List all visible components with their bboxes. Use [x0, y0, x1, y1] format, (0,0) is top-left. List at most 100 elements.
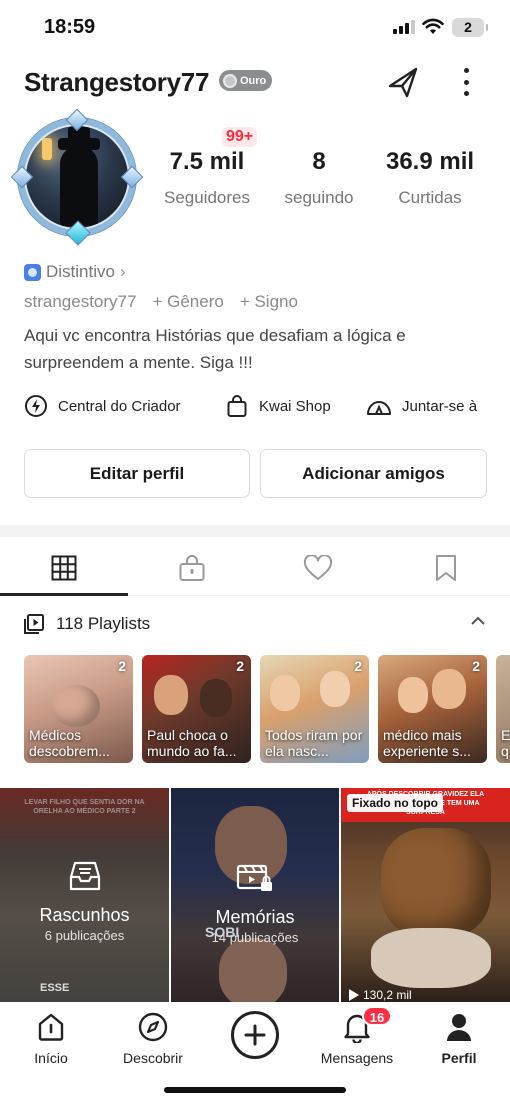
followers-stat[interactable]: 7.5 mil Seguidores — [158, 148, 256, 208]
badge-label: Distintivo — [46, 262, 115, 281]
memories-overlay: Memórias 14 publicações — [171, 860, 339, 945]
tab-liked[interactable] — [254, 548, 382, 588]
profile-icon — [447, 1014, 471, 1041]
following-stat[interactable]: 8 seguindo — [274, 148, 364, 208]
playlist-card[interactable]: 2 médico mais experiente s... — [378, 655, 487, 763]
shortcut-row: Central do Criador Kwai Shop Juntar-se à — [24, 392, 494, 422]
pinned-tag: Fixado no topo — [347, 794, 443, 812]
shortcut-label: Kwai Shop — [259, 397, 331, 415]
playlist-icon — [24, 614, 44, 634]
playlist-count: 2 — [118, 658, 126, 674]
status-bar: 18:59 2 — [0, 0, 510, 56]
drafts-cell[interactable]: LEVAR FILHO QUE SENTIA DOR NA ORELHA AO … — [0, 788, 169, 1002]
playlist-count: 2 — [354, 658, 362, 674]
add-sign-link[interactable]: + Signo — [240, 292, 298, 312]
nav-discover[interactable]: Descobrir — [108, 1010, 198, 1066]
tab-saved[interactable] — [382, 548, 510, 588]
profile-stats: 7.5 mil Seguidores 8 seguindo 36.9 mil C… — [150, 148, 500, 212]
compass-icon — [138, 1012, 168, 1042]
join-group-link[interactable]: Juntar-se à — [366, 394, 477, 418]
active-tab-indicator — [0, 593, 128, 596]
nav-profile[interactable]: Perfil — [414, 1010, 504, 1066]
shortcut-label: Central do Criador — [58, 397, 181, 415]
playlists-header[interactable]: 118 Playlists — [24, 610, 486, 638]
more-options-icon[interactable] — [456, 66, 476, 98]
wifi-icon — [422, 18, 444, 34]
playlist-title: Paul choca o mundo ao fa... — [147, 727, 237, 759]
section-divider — [0, 525, 510, 537]
kwai-shop-link[interactable]: Kwai Shop — [225, 394, 331, 418]
share-button[interactable] — [386, 64, 422, 100]
profile-actions: Editar perfil Adicionar amigos — [24, 449, 487, 498]
creator-center-link[interactable]: Central do Criador — [24, 394, 181, 418]
memories-title: Memórias — [215, 907, 295, 927]
bio-line: Aqui vc encontra Histórias que desafiam … — [24, 326, 406, 345]
content-tabs — [0, 540, 510, 596]
playlist-count: 2 — [236, 658, 244, 674]
rank-badge[interactable]: Ouro — [219, 70, 273, 91]
profile-header: Strangestory77 Ouro — [24, 62, 486, 102]
playlist-title: Médicos descobrem... — [29, 727, 110, 759]
memories-icon — [236, 864, 272, 891]
memories-count: 14 publicações — [211, 930, 299, 945]
playlists-carousel: 2 Médicos descobrem... 2 Paul choca o mu… — [24, 655, 510, 763]
followers-count: 7.5 mil — [169, 148, 245, 175]
medal-icon — [223, 73, 237, 88]
signal-icon — [393, 20, 415, 34]
playlist-title: Todos riram por ela nasc... — [265, 727, 363, 759]
nav-label: Descobrir — [123, 1050, 183, 1066]
tab-private[interactable] — [128, 548, 256, 588]
shopping-bag-icon — [227, 395, 247, 417]
likes-label: Curtidas — [398, 188, 462, 207]
view-count: 130,2 mil — [349, 988, 412, 1002]
tent-icon — [367, 401, 391, 415]
edit-profile-button[interactable]: Editar perfil — [24, 449, 250, 498]
views-label: 130,2 mil — [363, 988, 412, 1002]
tab-posts[interactable] — [0, 548, 128, 588]
username: Strangestory77 — [24, 67, 210, 97]
playlist-card[interactable]: E q — [496, 655, 510, 763]
nav-home[interactable]: Início — [6, 1010, 96, 1066]
likes-stat[interactable]: 36.9 mil Curtidas — [380, 148, 480, 208]
chevron-right-icon: › — [119, 262, 126, 281]
memories-cell[interactable]: Memórias 14 publicações SOBI — [171, 788, 339, 1002]
playlist-card[interactable]: 2 Paul choca o mundo ao fa... — [142, 655, 251, 763]
create-post-button[interactable] — [231, 1011, 279, 1059]
nav-label: Perfil — [441, 1050, 477, 1066]
add-friends-button[interactable]: Adicionar amigos — [260, 449, 487, 498]
drafts-icon — [69, 861, 100, 891]
chevron-up-icon[interactable] — [470, 616, 486, 626]
home-indicator — [164, 1087, 346, 1093]
following-count: 8 — [312, 148, 326, 175]
notification-badge[interactable]: 99+ — [222, 127, 258, 147]
home-icon — [38, 1013, 64, 1041]
drafts-count: 6 publicações — [44, 928, 125, 943]
badge-link[interactable]: Distintivo › — [24, 262, 126, 282]
video-grid: LEVAR FILHO QUE SENTIA DOR NA ORELHA AO … — [0, 788, 510, 1002]
grid-icon — [51, 555, 77, 581]
status-time: 18:59 — [44, 16, 96, 38]
drafts-overlay: Rascunhos 6 publicações — [0, 860, 169, 943]
playlist-card[interactable]: 2 Todos riram por ela nasc... — [260, 655, 369, 763]
pinned-video-cell[interactable]: APÓS DESCOBRIR GRAVIDEZ ELA INSTALA CÂME… — [341, 788, 510, 1002]
bio-line: surpreendem a mente. Siga !!! — [24, 353, 253, 372]
avatar-frame — [18, 118, 136, 236]
nav-label: Início — [34, 1050, 68, 1066]
messages-badge: 16 — [362, 1006, 392, 1026]
add-gender-link[interactable]: + Gênero — [152, 292, 223, 312]
avatar[interactable] — [10, 108, 144, 246]
video-text: ESSE — [40, 982, 70, 994]
playlist-card[interactable]: 2 Médicos descobrem... — [24, 655, 133, 763]
battery-icon: 2 — [452, 18, 488, 37]
badge-icon — [24, 263, 41, 281]
nav-label: Mensagens — [320, 1050, 394, 1066]
rank-label: Ouro — [240, 74, 267, 87]
play-icon — [349, 989, 359, 1001]
lock-icon — [179, 555, 205, 581]
drafts-title: Rascunhos — [39, 905, 130, 925]
video-text: SOBI — [205, 924, 240, 940]
followers-label: Seguidores — [163, 188, 250, 207]
lightning-icon — [25, 395, 47, 417]
bookmark-icon — [436, 555, 456, 581]
playlist-title: E q — [501, 727, 510, 759]
